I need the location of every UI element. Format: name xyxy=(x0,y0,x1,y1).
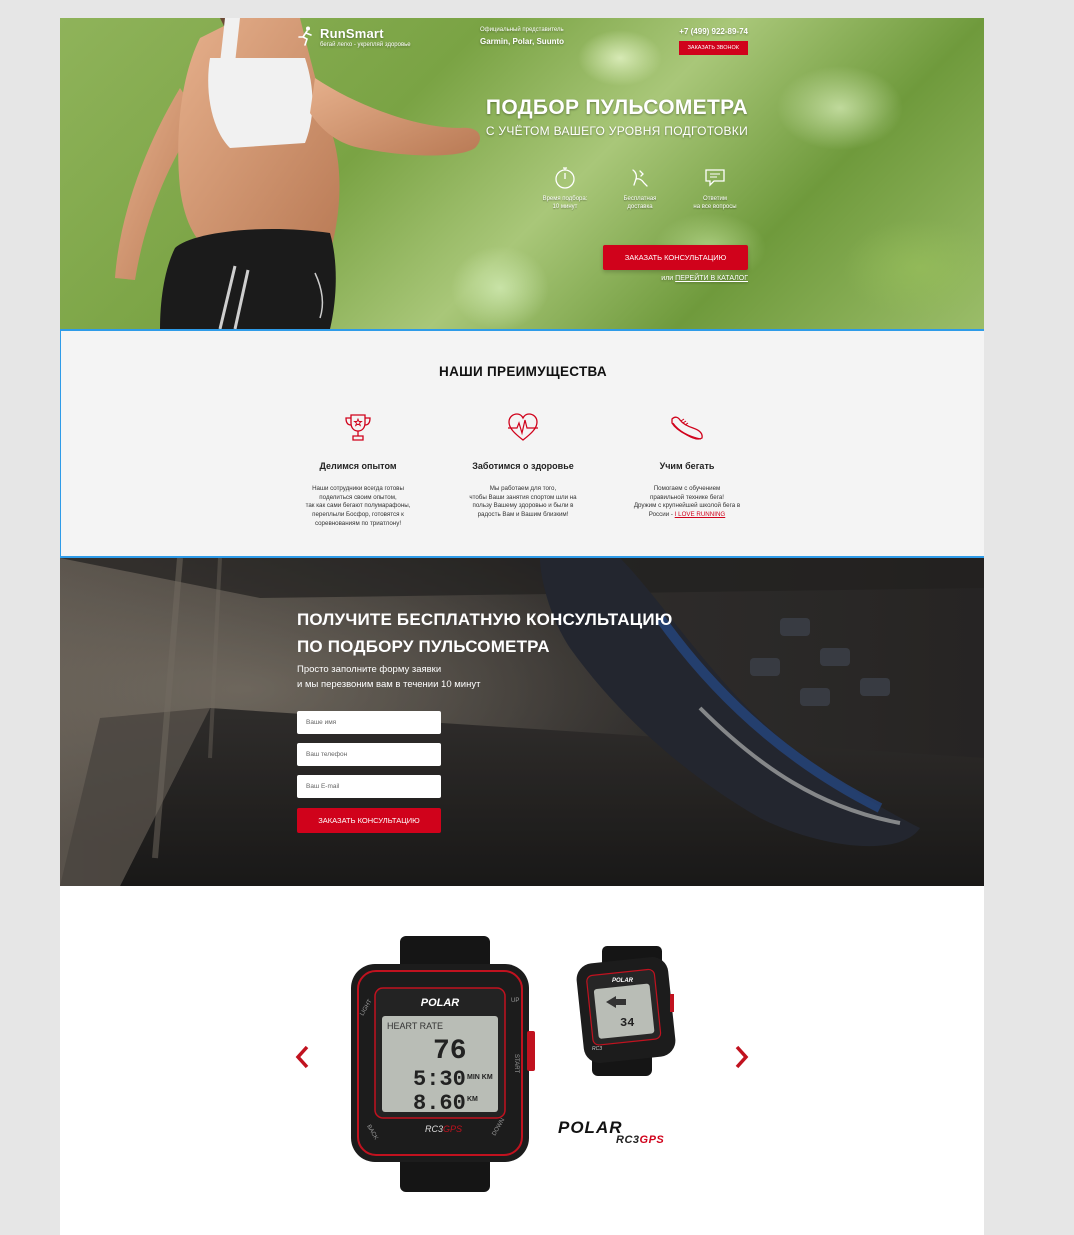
logo-title: RunSmart xyxy=(320,26,384,41)
hero-title: ПОДБОР ПУЛЬСОМЕТРА xyxy=(485,96,748,119)
carousel-next-button[interactable] xyxy=(732,1044,752,1074)
desc-line: радость Вам и Вашим близким! xyxy=(477,511,569,519)
official-rep: Официальный представитель Garmin, Polar,… xyxy=(480,27,564,46)
watch-up-label: UP xyxy=(511,998,519,1004)
desc-line: правильной технике бега! xyxy=(649,493,724,501)
desc-line: переплыли Босфор, готовятся к xyxy=(312,511,404,519)
model-suffix: GPS xyxy=(639,1134,665,1146)
hero-consult-button[interactable]: ЗАКАЗАТЬ КОНСУЛЬТАЦИЮ xyxy=(603,245,748,270)
feature-answers-line1: Ответим xyxy=(703,196,727,202)
advantage-health-text: Мы работаем для того, чтобы Ваши занятия… xyxy=(459,485,587,520)
desc-line: Наши сотрудники всегда готовы xyxy=(312,485,404,492)
advantages-title: НАШИ ПРЕИМУЩЕСТВА xyxy=(439,364,607,379)
rep-label: Официальный представитель xyxy=(480,27,564,33)
product-carousel: POLAR HEART RATE 76 5:30 MIN KM 8.60 KM … xyxy=(60,886,984,1235)
advantage-running: Учим бегать Помогаем с обучением правиль… xyxy=(623,411,751,520)
feature-answers: Ответим на все вопросы xyxy=(680,166,750,212)
feature-time-line2: 10 минут xyxy=(552,203,578,210)
feature-time: Время подбора: 10 минут xyxy=(530,166,600,212)
advantage-experience: Делимся опытом Наши сотрудники всегда го… xyxy=(294,411,422,528)
advantage-health-title: Заботимся о здоровье xyxy=(472,461,574,471)
desc-line: чтобы Ваши занятия спортом шли на xyxy=(469,493,577,501)
chevron-right-icon xyxy=(735,1045,749,1074)
phone-number[interactable]: +7 (499) 922-89-74 xyxy=(679,27,748,36)
desc-line: Мы работаем для того, xyxy=(489,485,557,492)
desc-line: так как сами бегают полумарафоны, xyxy=(305,502,411,510)
consult-title-line2: ПО ПОДБОРУ ПУЛЬСОМЕТРА xyxy=(297,637,550,656)
i-love-running-link[interactable]: I LOVE RUNNING xyxy=(675,511,726,518)
feature-answers-line2: на все вопросы xyxy=(693,203,737,210)
catalog-link[interactable]: ПЕРЕЙТИ В КАТАЛОГ xyxy=(675,275,748,282)
hero-section: RunSmart бегай легко - укрепляй здоровье… xyxy=(60,18,984,329)
trophy-icon xyxy=(294,411,422,445)
watch-pace: 5:30 xyxy=(413,1067,466,1092)
model-prefix: RC3 xyxy=(616,1134,640,1146)
desc-line: пользу Вашему здоровью и были в xyxy=(472,502,574,510)
watch-distance-unit: KM xyxy=(467,1096,478,1103)
consult-title-line1: ПОЛУЧИТЕ БЕСПЛАТНУЮ КОНСУЛЬТАЦИЮ xyxy=(297,610,673,629)
form-submit-button[interactable]: ЗАКАЗАТЬ КОНСУЛЬТАЦИЮ xyxy=(297,808,441,833)
catalog-prefix: или xyxy=(661,275,674,282)
feature-delivery-line2: доставка xyxy=(627,203,653,210)
desc-line: Дружим с крупнейшей школой бега в xyxy=(633,502,741,510)
watch-model-suffix: GPS xyxy=(443,1124,462,1134)
logo[interactable]: RunSmart бегай легко - укрепляй здоровье xyxy=(296,26,411,51)
desc-line: соревнованиям по триатлону! xyxy=(314,519,402,527)
consult-sub-line1: Просто заполните форму заявки xyxy=(297,664,442,675)
chevron-left-icon xyxy=(295,1045,309,1074)
email-input[interactable] xyxy=(297,775,441,798)
hero-features: Время подбора: 10 минут Бесплатная доста… xyxy=(530,166,750,212)
watch-pace-unit: MIN KM xyxy=(467,1074,493,1081)
watch-hr: 76 xyxy=(433,1036,467,1067)
hero-heading: ПОДБОР ПУЛЬСОМЕТРА С УЧЁТОМ ВАШЕГО УРОВН… xyxy=(486,96,748,138)
chat-icon xyxy=(680,166,750,190)
consult-section: ПОЛУЧИТЕ БЕСПЛАТНУЮ КОНСУЛЬТАЦИЮ ПО ПОДБ… xyxy=(60,558,984,886)
advantages-section: НАШИ ПРЕИМУЩЕСТВА Делимся опытом Наши со… xyxy=(60,329,984,558)
watch-distance: 8.60 xyxy=(413,1091,466,1116)
rep-brands: Garmin, Polar, Suunto xyxy=(480,37,565,46)
name-input[interactable] xyxy=(297,711,441,734)
watch-start-label: START xyxy=(513,1054,519,1073)
catalog-line: или ПЕРЕЙТИ В КАТАЛОГ xyxy=(661,275,748,282)
stopwatch-icon xyxy=(530,166,600,190)
watch-model-name: RC3 xyxy=(425,1124,443,1134)
desc-line: Помогаем с обучением xyxy=(653,485,721,492)
watch-side-image: POLAR 34 RC3 xyxy=(576,946,676,1076)
consult-title: ПОЛУЧИТЕ БЕСПЛАТНУЮ КОНСУЛЬТАЦИЮ ПО ПОДБ… xyxy=(297,606,672,660)
sneaker-icon xyxy=(623,411,751,445)
watch-brand: POLAR xyxy=(421,997,460,1009)
feature-delivery: Бесплатная доставка xyxy=(605,166,675,212)
runner-photo xyxy=(115,18,480,329)
watch-model: RC3GPS xyxy=(425,1124,462,1134)
carousel-prev-button[interactable] xyxy=(292,1044,312,1074)
watch-screen-label: HEART RATE xyxy=(387,1021,443,1031)
small-watch-model: RC3 xyxy=(592,1046,602,1052)
contact-block: +7 (499) 922-89-74 ЗАКАЗАТЬ ЗВОНОК xyxy=(678,27,748,55)
desc-text: России - xyxy=(648,511,673,519)
phone-input[interactable] xyxy=(297,743,441,766)
advantage-health: Заботимся о здоровье Мы работаем для тог… xyxy=(459,411,587,520)
desc-line: поделиться своим опытом, xyxy=(319,493,397,501)
advantage-running-text: Помогаем с обучением правильной технике … xyxy=(623,485,751,520)
advantage-running-title: Учим бегать xyxy=(659,461,715,471)
landing-page: RunSmart бегай легко - укрепляй здоровье… xyxy=(60,18,984,1235)
small-watch-brand: POLAR xyxy=(612,978,634,984)
small-watch-value: 34 xyxy=(620,1016,634,1030)
advantage-experience-text: Наши сотрудники всегда готовы поделиться… xyxy=(294,485,422,528)
feature-delivery-line1: Бесплатная xyxy=(623,196,657,202)
delivery-icon xyxy=(605,166,675,190)
advantage-experience-title: Делимся опытом xyxy=(319,461,397,471)
feature-time-line1: Время подбора: xyxy=(542,196,588,202)
runner-logo-icon xyxy=(296,26,314,51)
consult-sub-line2: и мы перезвоним вам в течении 10 минут xyxy=(297,679,481,690)
heart-pulse-icon xyxy=(459,411,587,445)
polar-brand-logo: POLAR RC3GPS xyxy=(558,1118,664,1146)
logo-tagline: бегай легко - укрепляй здоровье xyxy=(320,42,411,48)
hero-subtitle: С УЧЁТОМ ВАШЕГО УРОВНЯ ПОДГОТОВКИ xyxy=(485,124,748,138)
watch-front-image: POLAR HEART RATE 76 5:30 MIN KM 8.60 KM … xyxy=(351,936,535,1192)
desc-line: России - I LOVE RUNNING xyxy=(623,511,751,520)
callback-button[interactable]: ЗАКАЗАТЬ ЗВОНОК xyxy=(678,41,748,55)
model-name: RC3GPS xyxy=(616,1134,664,1146)
consult-subtitle: Просто заполните форму заявки и мы перез… xyxy=(297,662,480,692)
